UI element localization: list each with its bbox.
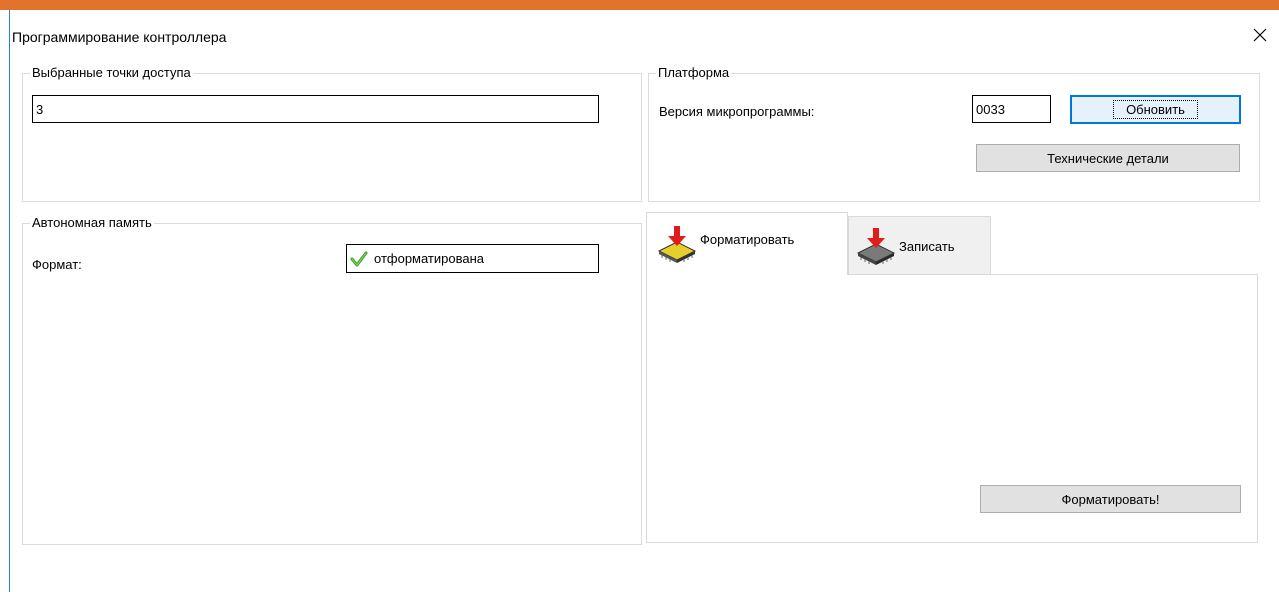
tab-write-label: Записать bbox=[899, 239, 955, 254]
tab-panel-format: Форматировать! bbox=[646, 274, 1258, 543]
format-now-button[interactable]: Форматировать! bbox=[980, 485, 1241, 513]
autonomous-memory-legend: Автономная память bbox=[30, 215, 154, 231]
chip-write-icon bbox=[856, 227, 896, 265]
platform-legend: Платформа bbox=[656, 65, 732, 81]
firmware-version-field[interactable]: 0033 bbox=[972, 95, 1051, 123]
access-points-legend: Выбранные точки доступа bbox=[30, 65, 193, 81]
green-check-icon bbox=[350, 251, 368, 266]
format-status-text: отформатирована bbox=[374, 251, 485, 266]
window-accent-bar bbox=[0, 0, 1279, 10]
close-button[interactable] bbox=[1244, 22, 1276, 48]
platform-group: Платформа Версия микропрограммы: 0033 Об… bbox=[648, 65, 1260, 202]
chip-format-icon bbox=[657, 226, 697, 263]
window-border bbox=[9, 10, 10, 592]
access-points-field[interactable]: 3 bbox=[32, 95, 599, 123]
tab-format[interactable]: Форматировать bbox=[646, 212, 848, 275]
firmware-version-label: Версия микропрограммы: bbox=[659, 104, 815, 119]
access-points-group: Выбранные точки доступа 3 bbox=[22, 65, 642, 202]
format-label: Формат: bbox=[32, 257, 82, 272]
tab-format-label: Форматировать bbox=[700, 231, 795, 247]
close-icon bbox=[1253, 28, 1267, 42]
tech-details-label: Технические детали bbox=[1047, 150, 1169, 166]
window-title: Программирование контроллера bbox=[12, 29, 227, 45]
format-status-field: отформатирована bbox=[346, 244, 599, 273]
refresh-button[interactable]: Обновить bbox=[1070, 95, 1241, 124]
format-now-label: Форматировать! bbox=[1061, 491, 1160, 507]
tech-details-button[interactable]: Технические детали bbox=[976, 144, 1240, 172]
autonomous-memory-group: Автономная память Формат: отформатирован… bbox=[22, 215, 642, 545]
refresh-button-label: Обновить bbox=[1113, 100, 1198, 119]
tab-write[interactable]: Записать bbox=[848, 216, 991, 274]
